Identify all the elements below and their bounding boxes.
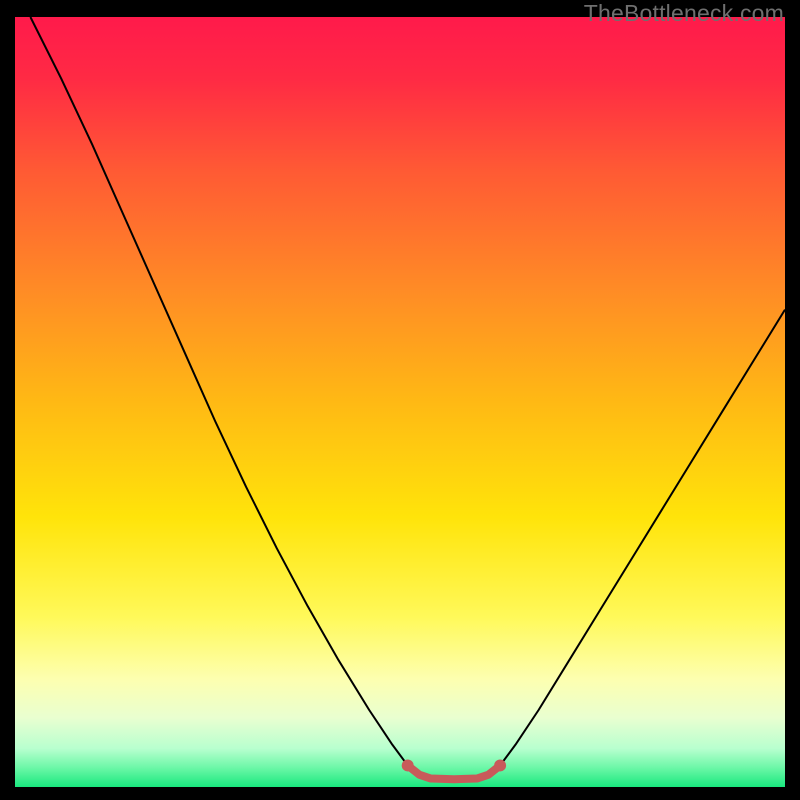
gradient-background [15,17,785,787]
watermark-text: TheBottleneck.com [584,0,784,27]
bottleneck-chart [15,17,785,787]
